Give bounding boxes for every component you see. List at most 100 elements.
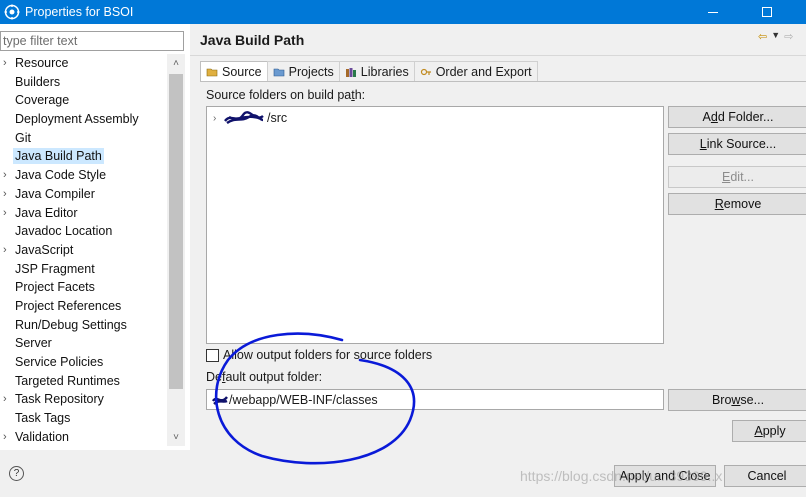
source-folder-icon (206, 66, 218, 78)
preference-tree: › Resource Builders Coverage Deployment Asse… (0, 54, 168, 446)
tree-item[interactable]: Coverage (0, 91, 168, 110)
tree-item[interactable]: › Java Compiler (0, 185, 168, 204)
default-output-label: Default output folder: (206, 370, 323, 384)
tree-item[interactable]: Project Facets (0, 278, 168, 297)
tree-item[interactable]: JSP Fragment (0, 260, 168, 279)
default-output-value: /webapp/WEB-INF/classes (229, 392, 378, 407)
tree-item-label: Resource (15, 56, 69, 70)
minimize-icon (708, 11, 718, 13)
allow-output-checkbox[interactable] (206, 348, 219, 362)
tab-label: Source (222, 65, 262, 79)
tree-item[interactable]: Java Build Path (0, 147, 168, 166)
maximize-button[interactable] (744, 0, 790, 24)
tree-item[interactable]: Run/Debug Settings (0, 316, 168, 335)
tree-item[interactable]: Project References (0, 297, 168, 316)
order-export-icon (420, 66, 432, 78)
apply-button[interactable]: Apply (732, 420, 806, 442)
tree-item[interactable]: › Java Editor (0, 204, 168, 223)
expand-arrow-icon[interactable]: › (3, 390, 7, 409)
tree-item-label: Java Compiler (15, 186, 95, 201)
expand-arrow-icon[interactable]: › (3, 166, 7, 185)
minimize-button[interactable] (690, 0, 736, 24)
scroll-up-icon[interactable]: ˄ (167, 54, 185, 72)
add-folder-button[interactable]: Add Folder... (668, 106, 806, 128)
allow-output-folders-option[interactable]: Allow output folders for source folders (206, 348, 432, 362)
tab-label: Projects (288, 64, 334, 79)
source-folder-name: /src (267, 111, 288, 125)
tree-item[interactable]: › Java Code Style (0, 166, 168, 185)
default-output-field[interactable]: /webapp/WEB-INF/classes (206, 389, 664, 410)
tree-scrollbar[interactable]: ˄ ˅ (167, 54, 185, 446)
tree-item-label: Git (15, 130, 31, 145)
page-nav: ⇦ ▼ ⇨ (758, 30, 793, 43)
tab-libraries[interactable]: Libraries (338, 61, 415, 81)
tree-item-label: Targeted Runtimes (15, 373, 120, 388)
tree-item[interactable]: Task Tags (0, 409, 168, 428)
tree-item-label: Run/Debug Settings (15, 317, 127, 332)
edit-button[interactable]: Edit... (668, 166, 806, 188)
tree-item-label: JSP Fragment (15, 261, 95, 276)
source-folders-label: Source folders on build path: (206, 88, 366, 102)
content-panel: Java Build Path ⇦ ▼ ⇨ Source Projects Libr… (190, 24, 806, 450)
allow-output-label: Allow output folders for source folders (223, 348, 433, 362)
tree-item-label: Service Policies (15, 355, 104, 369)
tree-item-label: Project Facets (15, 280, 95, 295)
tree-item-label: Java Build Path (13, 148, 104, 165)
tab-order-and-export[interactable]: Order and Export (413, 61, 538, 81)
tree-item-label: Java Code Style (15, 168, 107, 183)
link-source-button[interactable]: Link Source... (668, 133, 806, 155)
scroll-down-icon[interactable]: ˅ (167, 428, 185, 446)
eclipse-app-icon (4, 4, 20, 20)
expand-arrow-icon[interactable]: › (3, 185, 7, 204)
tree-item-label: Coverage (15, 93, 70, 108)
left-panel: › Resource Builders Coverage Deployment Asse… (0, 24, 190, 450)
forward-arrow-icon[interactable]: ⇨ (784, 30, 793, 43)
tree-item[interactable]: Service Policies (0, 353, 168, 372)
window-title: Properties for BSOI (25, 5, 134, 19)
tree-item[interactable]: Deployment Assembly (0, 110, 168, 129)
expand-arrow-icon[interactable]: › (3, 428, 7, 446)
expand-arrow-icon[interactable]: › (3, 54, 7, 73)
browse-button[interactable]: Browse... (668, 389, 806, 411)
tree-item[interactable]: › JavaScript (0, 241, 168, 260)
expand-arrow-icon[interactable]: › (213, 113, 221, 124)
list-item[interactable]: › /src (213, 111, 287, 125)
cancel-button[interactable]: Cancel (724, 465, 806, 487)
page-title: Java Build Path (200, 32, 305, 48)
apply-and-close-button[interactable]: Apply and Close (614, 465, 716, 487)
tree-item-label: Deployment Assembly (15, 112, 139, 127)
help-icon[interactable]: ? (9, 466, 24, 481)
history-dropdown-icon[interactable]: ▼ (771, 30, 780, 43)
tree-item[interactable]: Server (0, 334, 168, 353)
libraries-icon (345, 66, 357, 78)
scroll-thumb[interactable] (169, 74, 183, 389)
tree-item[interactable]: › Task Repository (0, 390, 168, 409)
tree-item-label: Task Repository (15, 392, 104, 407)
title-separator (190, 55, 806, 56)
tree-item[interactable]: Builders (0, 73, 168, 92)
tree-item-label: Javadoc Location (15, 224, 113, 239)
tree-item-label: JavaScript (15, 242, 74, 257)
tree-item-label: Task Tags (15, 411, 71, 426)
source-folder-list[interactable]: › /src (206, 106, 664, 344)
tree-item[interactable]: › Validation (0, 428, 168, 446)
tab-label: Order and Export (435, 64, 532, 79)
back-arrow-icon[interactable]: ⇦ (758, 30, 767, 43)
tab-projects[interactable]: Projects (266, 61, 340, 81)
tree-item[interactable]: Git (0, 129, 168, 148)
expand-arrow-icon[interactable]: › (3, 241, 7, 260)
tab-source[interactable]: Source (200, 61, 268, 82)
tree-item-label: Java Editor (15, 205, 78, 220)
tab-label: Libraries (360, 64, 409, 79)
tree-item-label: Server (15, 336, 52, 351)
filter-input[interactable] (0, 31, 184, 51)
tree-item[interactable]: › Resource (0, 54, 168, 73)
projects-icon (273, 66, 285, 78)
expand-arrow-icon[interactable]: › (3, 204, 7, 223)
remove-button[interactable]: Remove (668, 193, 806, 215)
tree-item-label: Validation (15, 429, 69, 444)
tree-item[interactable]: Javadoc Location (0, 222, 168, 241)
window-titlebar: Properties for BSOI (0, 0, 806, 24)
redacted-scribble (212, 395, 228, 405)
tree-item[interactable]: Targeted Runtimes (0, 372, 168, 391)
